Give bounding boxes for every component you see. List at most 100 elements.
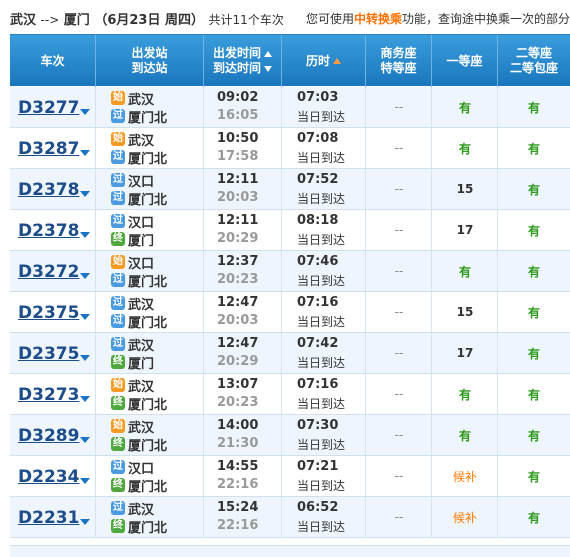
expand-stops-icon[interactable] bbox=[80, 437, 90, 443]
business-seat: -- bbox=[394, 346, 404, 360]
train-number-link[interactable]: D2231 bbox=[18, 508, 79, 528]
expand-stops-icon[interactable] bbox=[80, 355, 90, 361]
arrive-station-name: 厦门北 bbox=[128, 438, 168, 454]
arrive-station-name: 厦门北 bbox=[128, 192, 168, 208]
business-seat: -- bbox=[394, 510, 404, 524]
depart-time: 10:50 bbox=[217, 131, 259, 146]
col-station: 出发站 到达站 bbox=[96, 35, 204, 87]
col-second: 二等座 二等包座 bbox=[498, 35, 570, 87]
second-class-seat: 有 bbox=[527, 223, 540, 238]
first-class-seat: 有 bbox=[458, 100, 471, 115]
expand-stops-icon[interactable] bbox=[80, 519, 90, 525]
arrive-station: 过厦门北 bbox=[111, 107, 167, 126]
arrive-time: 22:16 bbox=[217, 518, 259, 533]
train-number-link[interactable]: D2378 bbox=[18, 221, 79, 241]
train-number-link[interactable]: D2234 bbox=[18, 467, 79, 487]
expand-stops-icon[interactable] bbox=[80, 314, 90, 320]
first-class-seat: 有 bbox=[458, 264, 471, 279]
depart-station: 过武汉 bbox=[111, 294, 154, 313]
duration: 07:42 bbox=[297, 336, 339, 351]
first-class-seat[interactable]: 候补 bbox=[432, 456, 498, 496]
sort-desc-icon bbox=[264, 65, 272, 72]
arrive-time: 20:03 bbox=[217, 313, 259, 328]
depart-time: 12:47 bbox=[217, 295, 259, 310]
station-type-badge: 终 bbox=[111, 478, 125, 492]
duration: 07:16 bbox=[297, 295, 339, 310]
table-row: D3287 始武汉过厦门北 10:50 17:58 07:08 当日到达 -- 有 有 bbox=[10, 128, 570, 169]
depart-station-name: 武汉 bbox=[128, 133, 155, 149]
expand-stops-icon[interactable] bbox=[80, 109, 90, 115]
station-type-badge: 过 bbox=[111, 173, 125, 187]
first-class-seat: 15 bbox=[456, 305, 474, 319]
second-class-seat: 有 bbox=[527, 428, 540, 443]
expand-stops-icon[interactable] bbox=[80, 396, 90, 402]
depart-time: 14:00 bbox=[217, 418, 259, 433]
arrive-station-name: 厦门 bbox=[128, 356, 155, 372]
col-business-label: 商务座 bbox=[380, 46, 417, 60]
business-seat: -- bbox=[394, 428, 404, 442]
arrive-time: 20:03 bbox=[217, 190, 259, 205]
arrive-station: 过厦门北 bbox=[111, 312, 167, 331]
sort-duration[interactable]: 历时 bbox=[306, 54, 341, 69]
station-type-badge: 始 bbox=[111, 378, 125, 392]
station-type-badge: 过 bbox=[111, 150, 125, 164]
col-duration-label: 历时 bbox=[305, 53, 330, 68]
arrive-time: 20:23 bbox=[217, 395, 259, 410]
sort-depart-time[interactable]: 出发时间 bbox=[213, 46, 272, 61]
depart-station-name: 武汉 bbox=[128, 338, 155, 354]
station-type-badge: 终 bbox=[111, 355, 125, 369]
second-class-seat: 有 bbox=[527, 182, 540, 197]
sort-arrive-time[interactable]: 到达时间 bbox=[213, 61, 272, 76]
col-first: 一等座 bbox=[432, 35, 498, 87]
arrival-day: 当日到达 bbox=[297, 233, 346, 247]
first-class-seat[interactable]: 候补 bbox=[432, 497, 498, 537]
train-number-link[interactable]: D3277 bbox=[18, 98, 79, 118]
depart-station: 始武汉 bbox=[111, 417, 155, 436]
expand-stops-icon[interactable] bbox=[80, 150, 90, 156]
train-number-link[interactable]: D3289 bbox=[18, 426, 79, 446]
train-number-link[interactable]: D3287 bbox=[18, 139, 79, 159]
station-type-badge: 过 bbox=[111, 273, 125, 287]
depart-time: 12:11 bbox=[217, 172, 259, 187]
expand-stops-icon[interactable] bbox=[80, 232, 90, 238]
business-seat: -- bbox=[394, 264, 404, 278]
col-duration[interactable]: 历时 bbox=[282, 35, 366, 87]
business-seat: -- bbox=[394, 387, 404, 401]
train-number-link[interactable]: D2375 bbox=[18, 303, 79, 323]
table-row: D2378 过汉口过厦门北 12:11 20:03 07:52 当日到达 -- 15 有 bbox=[10, 169, 570, 210]
table-row: D3273 始武汉终厦门北 13:07 20:23 07:16 当日到达 -- 有 有 bbox=[10, 374, 570, 415]
arrival-day: 当日到达 bbox=[297, 520, 346, 534]
arrive-station: 过厦门北 bbox=[111, 148, 167, 167]
transfer-link[interactable]: 中转换乘 bbox=[354, 12, 402, 26]
arrival-day: 当日到达 bbox=[297, 151, 346, 165]
first-class-seat: 有 bbox=[458, 387, 471, 402]
arrive-station-name: 厦门北 bbox=[128, 397, 168, 413]
duration: 07:52 bbox=[297, 172, 339, 187]
train-number-link[interactable]: D3272 bbox=[18, 262, 79, 282]
depart-station-name: 武汉 bbox=[128, 420, 155, 436]
col-time: 出发时间 到达时间 bbox=[204, 35, 282, 87]
duration: 07:16 bbox=[297, 377, 339, 392]
col-from-station-label: 出发站 bbox=[131, 46, 168, 60]
arrive-time: 17:58 bbox=[217, 149, 259, 164]
table-row: D3277 始武汉过厦门北 09:02 16:05 07:03 当日到达 -- 有 有 bbox=[10, 87, 570, 128]
col-depart-time-label: 出发时间 bbox=[212, 46, 261, 60]
depart-station-name: 汉口 bbox=[128, 174, 155, 190]
col-business: 商务座 特等座 bbox=[366, 35, 432, 87]
first-class-seat: 有 bbox=[458, 141, 471, 156]
train-number-link[interactable]: D2375 bbox=[18, 344, 79, 364]
expand-stops-icon[interactable] bbox=[80, 191, 90, 197]
arrive-time: 20:29 bbox=[217, 231, 259, 246]
train-number-link[interactable]: D2378 bbox=[18, 180, 79, 200]
col-train-label: 车次 bbox=[40, 53, 65, 68]
arrival-day: 当日到达 bbox=[297, 192, 346, 206]
train-number-link[interactable]: D3273 bbox=[18, 385, 79, 405]
second-class-seat: 有 bbox=[527, 510, 540, 525]
arrive-time: 22:16 bbox=[217, 477, 259, 492]
second-class-seat: 有 bbox=[527, 264, 540, 279]
arrive-time: 20:29 bbox=[217, 354, 259, 369]
expand-stops-icon[interactable] bbox=[80, 478, 90, 484]
duration: 07:08 bbox=[297, 131, 339, 146]
expand-stops-icon[interactable] bbox=[80, 273, 90, 279]
station-type-badge: 过 bbox=[111, 501, 125, 515]
